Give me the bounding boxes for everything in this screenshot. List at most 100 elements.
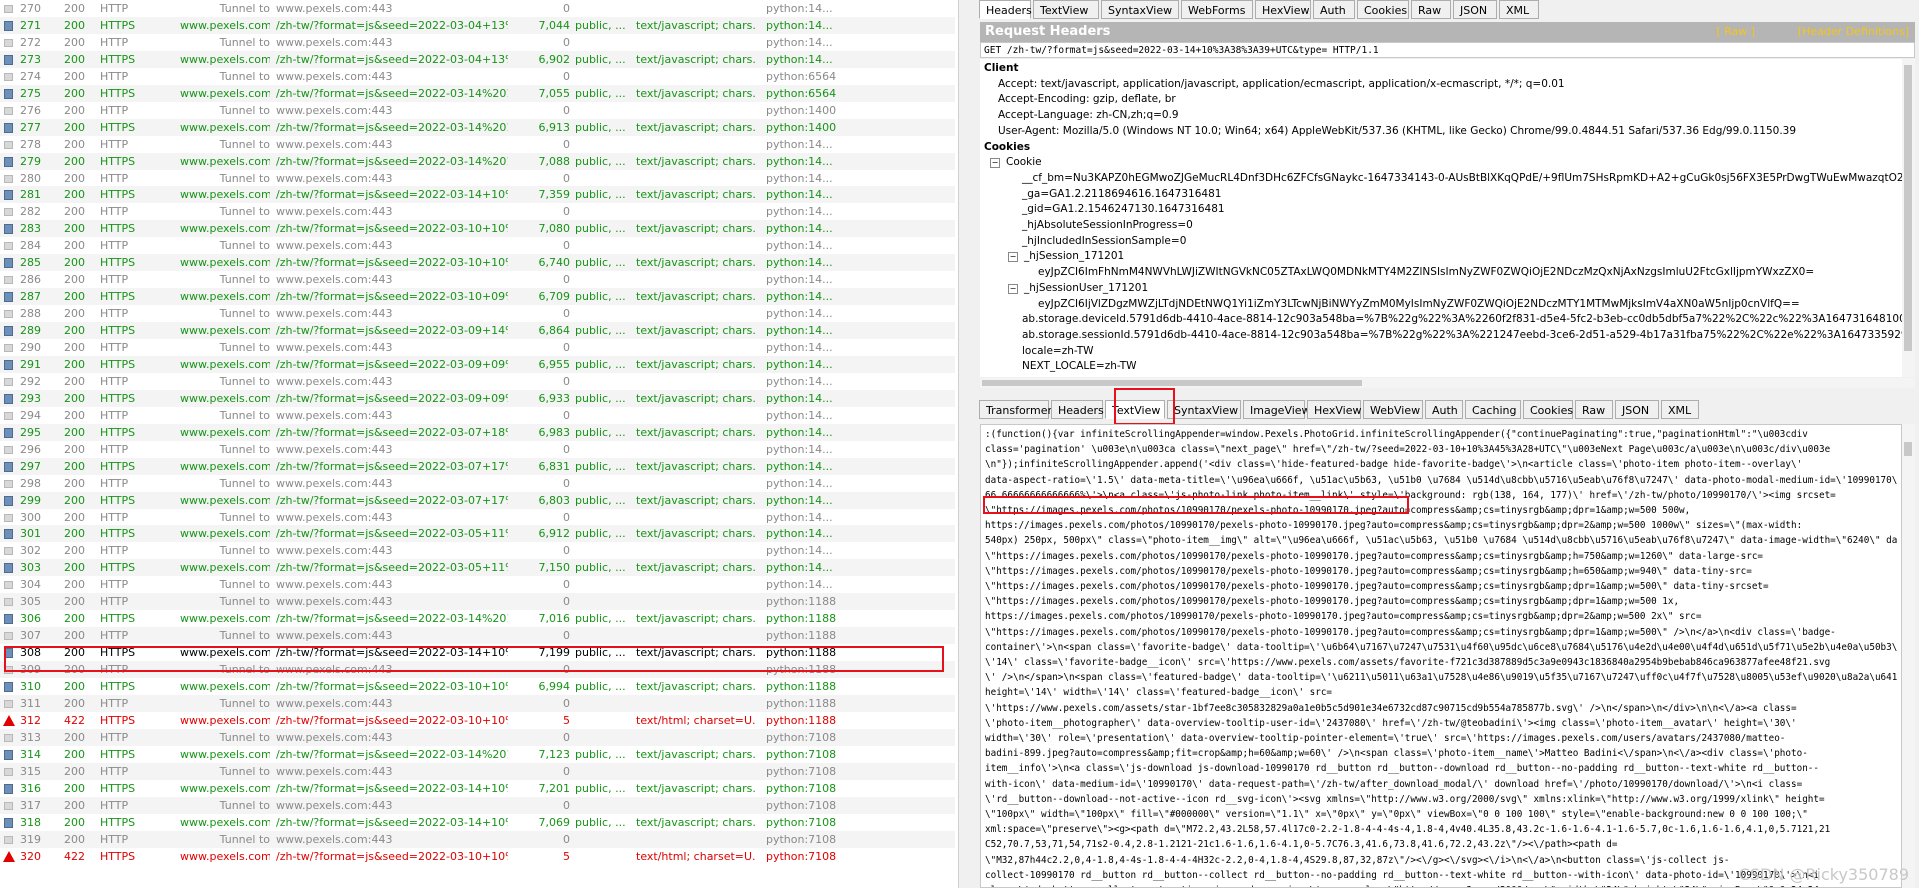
tab-hexview[interactable]: HexView [1307,400,1361,419]
session-row[interactable]: 289 200 HTTPS www.pexels.com/zh-tw/?format=… [0,322,955,340]
session-row[interactable]: 276 200 HTTP Tunnel to www.pexels.com:443 0 py… [0,102,955,119]
session-row[interactable]: 298 200 HTTP Tunnel to www.pexels.com:443 0 py… [0,475,955,492]
session-row[interactable]: 290 200 HTTP Tunnel to www.pexels.com:443 0 py… [0,339,955,356]
tab-imageview[interactable]: ImageView [1243,400,1311,419]
tab-raw[interactable]: Raw [1575,400,1613,419]
tab-headers[interactable]: Headers [979,0,1032,19]
session-row[interactable]: 277 200 HTTPS www.pexels.com/zh-tw/?format=… [0,118,955,136]
session-row[interactable]: 278 200 HTTP Tunnel to www.pexels.com:443 0 py… [0,136,955,153]
header-tree-subnode[interactable]: − _hjSessionUser_171201 [1008,281,1148,296]
session-row[interactable]: 303 200 HTTPS www.pexels.com/zh-tw/?format=… [0,559,955,577]
session-row[interactable]: 293 200 HTTPS www.pexels.com/zh-tw/?format=… [0,389,955,407]
session-row[interactable]: 292 200 HTTP Tunnel to www.pexels.com:443 0 py… [0,373,955,390]
header-definitions-link[interactable]: [Header Definitions] [1798,25,1909,38]
session-row[interactable]: 302 200 HTTP Tunnel to www.pexels.com:443 0 py… [0,542,955,559]
session-row[interactable]: 288 200 HTTP Tunnel to www.pexels.com:443 0 py… [0,305,955,322]
session-row[interactable]: 299 200 HTTPS www.pexels.com/zh-tw/?format=… [0,491,955,509]
session-row[interactable]: 294 200 HTTP Tunnel to www.pexels.com:443 0 py… [0,407,955,424]
session-row[interactable]: 291 200 HTTPS www.pexels.com/zh-tw/?format=… [0,355,955,373]
header-tree-leaf[interactable]: locale=zh-TW [1022,344,1094,359]
header-tree-hscrollbar[interactable] [980,378,1915,388]
tab-syntaxview[interactable]: SyntaxView [1167,400,1241,419]
tab-cookies[interactable]: Cookies [1523,400,1573,419]
tab-hexview[interactable]: HexView [1255,0,1311,19]
tab-syntaxview[interactable]: SyntaxView [1101,0,1179,19]
header-tree[interactable]: Client Accept: text/javascript, applicati… [980,59,1902,377]
header-tree-leaf[interactable]: NEXT_LOCALE=zh-TW [1022,359,1137,374]
tab-headers[interactable]: Headers [1051,400,1104,419]
session-row[interactable]: 318 200 HTTPS www.pexels.com/zh-tw/?format=… [0,814,955,831]
header-tree-leaf[interactable]: _hjIncludedInSessionSample=0 [1022,234,1186,249]
header-tree-leaf[interactable]: _ga=GA1.2.2118694616.1647316481 [1022,187,1221,202]
session-row[interactable]: 305 200 HTTP Tunnel to www.pexels.com:443 0 py… [0,593,955,611]
session-row[interactable]: 304 200 HTTP Tunnel to www.pexels.com:443 0 py… [0,576,955,593]
pane-splitter[interactable] [958,0,978,888]
response-body-scrollbar[interactable] [1902,424,1915,888]
collapse-toggle-icon[interactable]: − [1008,283,1018,294]
session-row[interactable]: 300 200 HTTP Tunnel to www.pexels.com:443 0 py… [0,509,955,526]
tab-textview[interactable]: TextView [1033,0,1099,19]
session-row[interactable]: 280 200 HTTP Tunnel to www.pexels.com:443 0 py… [0,170,955,187]
session-row[interactable]: 313 200 HTTP Tunnel to www.pexels.com:443 0 py… [0,728,955,746]
tab-cookies[interactable]: Cookies [1357,0,1409,19]
session-row[interactable]: 314 200 HTTPS www.pexels.com/zh-tw/?format=… [0,746,955,763]
header-tree-node[interactable]: − Cookie [990,155,1042,170]
tab-transformer[interactable]: Transformer [979,400,1052,419]
session-row[interactable]: 273 200 HTTPS www.pexels.com/zh-tw/?format=… [0,50,955,68]
session-row[interactable]: 301 200 HTTPS www.pexels.com/zh-tw/?format=… [0,525,955,543]
session-row[interactable]: 284 200 HTTP Tunnel to www.pexels.com:443 0 py… [0,237,955,254]
session-row[interactable]: 306 200 HTTPS www.pexels.com/zh-tw/?format=… [0,610,955,627]
session-row[interactable]: 271 200 HTTPS www.pexels.com/zh-tw/?format=… [0,16,955,34]
session-row[interactable]: 275 200 HTTPS www.pexels.com/zh-tw/?format=… [0,84,955,102]
tab-xml[interactable]: XML [1661,400,1699,419]
collapse-toggle-icon[interactable]: − [990,158,1000,169]
session-row[interactable]: 283 200 HTTPS www.pexels.com/zh-tw/?format=… [0,220,955,238]
session-row[interactable]: 311 200 HTTP Tunnel to www.pexels.com:443 0 py… [0,694,955,712]
session-row[interactable]: 319 200 HTTP Tunnel to www.pexels.com:443 0 py… [0,830,955,848]
session-row[interactable]: 315 200 HTTP Tunnel to www.pexels.com:443 0 py… [0,762,955,780]
header-tree-item[interactable]: Accept-Language: zh-CN,zh;q=0.9 [998,108,1179,123]
tab-xml[interactable]: XML [1499,0,1539,19]
session-row[interactable]: 310 200 HTTPS www.pexels.com/zh-tw/?format=… [0,678,955,695]
header-tree-deep[interactable]: eyJpZCI6IjVlZDgzMWZjLTdjNDEtNWQ1Yi1iZmY3… [1038,297,1800,312]
scrollbar-thumb[interactable] [1904,65,1912,351]
header-tree-scrollbar[interactable] [1902,59,1915,377]
header-tree-leaf[interactable]: ab.storage.deviceId.5791d6db-4410-4ace-8… [1022,312,1902,327]
header-tree-leaf[interactable]: __cf_bm=Nu3KAPZ0hEGMwoZJGeMucRL4Dnf3DHc6… [1022,171,1902,186]
session-row[interactable]: 282 200 HTTP Tunnel to www.pexels.com:443 0 py… [0,203,955,220]
session-row[interactable]: 312 422 HTTPS www.pexels.com/zh-tw/?format=… [0,712,955,729]
header-tree-item[interactable]: Accept: text/javascript, application/jav… [998,77,1565,92]
scrollbar-thumb[interactable] [982,380,1362,386]
tab-json[interactable]: JSON [1615,400,1659,419]
header-tree-leaf[interactable]: ab.storage.sessionId.5791d6db-4410-4ace-… [1022,328,1902,343]
session-row[interactable]: 274 200 HTTP Tunnel to www.pexels.com:443 0 py… [0,68,955,85]
header-tree-leaf[interactable]: _hjAbsoluteSessionInProgress=0 [1022,218,1193,233]
session-row[interactable]: 317 200 HTTP Tunnel to www.pexels.com:443 0 py… [0,796,955,814]
session-row[interactable]: 279 200 HTTPS www.pexels.com/zh-tw/?format=… [0,152,955,170]
session-row[interactable]: 285 200 HTTPS www.pexels.com/zh-tw/?format=… [0,254,955,272]
tab-raw[interactable]: Raw [1411,0,1451,19]
tab-webforms[interactable]: WebForms [1181,0,1253,19]
session-row[interactable]: 295 200 HTTPS www.pexels.com/zh-tw/?format=… [0,423,955,441]
header-tree-item[interactable]: Accept-Encoding: gzip, deflate, br [998,92,1176,107]
collapse-toggle-icon[interactable]: − [1008,252,1018,263]
session-row[interactable]: 286 200 HTTP Tunnel to www.pexels.com:443 0 py… [0,271,955,288]
tab-auth[interactable]: Auth [1313,0,1355,19]
session-row[interactable]: 270 200 HTTP Tunnel to www.pexels.com:443 0 py… [0,0,955,17]
session-row[interactable]: 272 200 HTTP Tunnel to www.pexels.com:443 0 py… [0,34,955,51]
session-row[interactable]: 296 200 HTTP Tunnel to www.pexels.com:443 0 py… [0,441,955,458]
session-row[interactable]: 307 200 HTTP Tunnel to www.pexels.com:443 0 py… [0,627,955,645]
raw-link[interactable]: [ Raw ] [1716,25,1755,38]
header-tree-subnode[interactable]: − _hjSession_171201 [1008,249,1124,264]
header-tree-leaf[interactable]: _gid=GA1.2.1546247130.1647316481 [1022,202,1225,217]
session-row[interactable]: 287 200 HTTPS www.pexels.com/zh-tw/?format=… [0,288,955,306]
session-list[interactable]: 270 200 HTTP Tunnel to www.pexels.com:443 0 py… [0,0,958,888]
tab-json[interactable]: JSON [1453,0,1497,19]
session-row[interactable]: 320 422 HTTPS www.pexels.com/zh-tw/?format=… [0,848,955,865]
tab-auth[interactable]: Auth [1425,400,1463,419]
session-row[interactable]: 316 200 HTTPS www.pexels.com/zh-tw/?format=… [0,780,955,797]
tab-caching[interactable]: Caching [1465,400,1521,419]
response-body-textview[interactable]: :(function(){var infiniteScrollingAppend… [980,424,1902,888]
tab-webview[interactable]: WebView [1363,400,1423,419]
session-row[interactable]: 297 200 HTTPS www.pexels.com/zh-tw/?format=… [0,457,955,475]
